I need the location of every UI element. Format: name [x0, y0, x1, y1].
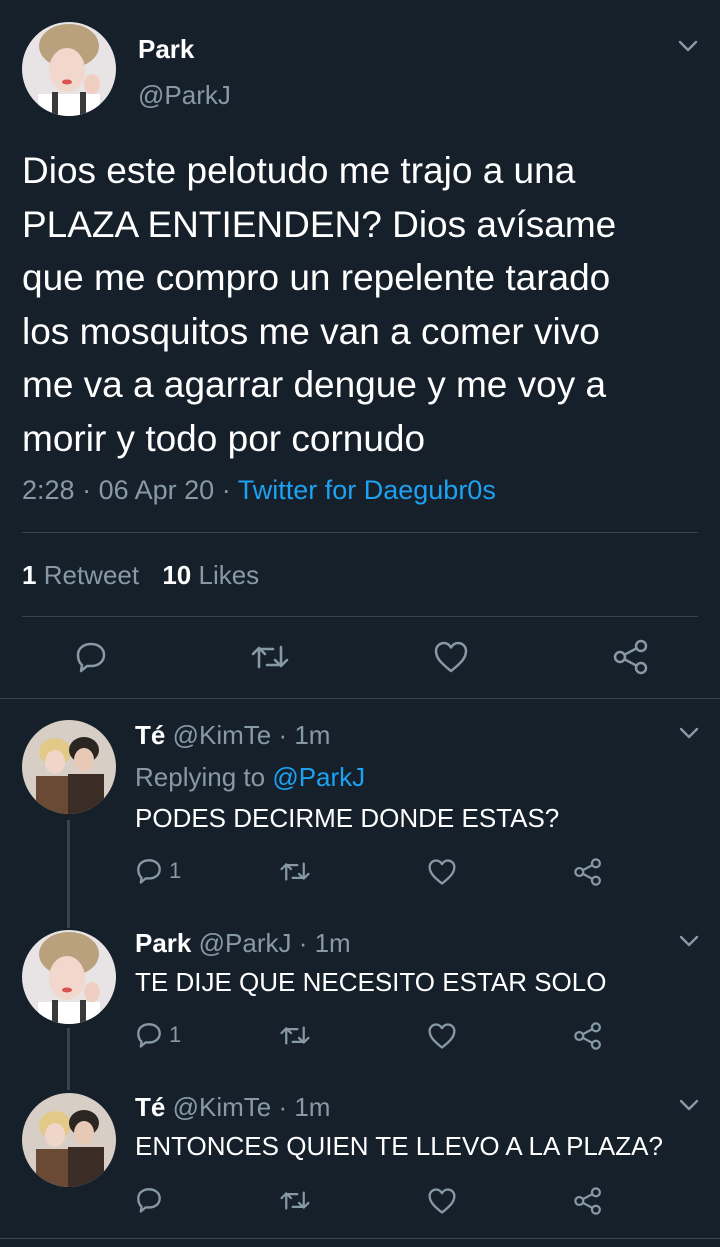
- tweet-text-line: Dios este pelotudo me trajo a una: [22, 150, 576, 191]
- retweet-stat[interactable]: 1 Retweet: [22, 560, 146, 590]
- reply-time: · 1m: [278, 1092, 331, 1122]
- retweet-icon: [251, 645, 289, 669]
- like-label: Likes: [198, 560, 260, 590]
- retweet-button[interactable]: [279, 1187, 311, 1214]
- thread-line: [67, 820, 70, 928]
- reply-author-name[interactable]: Té: [135, 720, 165, 750]
- share-icon: [613, 639, 648, 675]
- divider: [0, 698, 720, 699]
- thread-line: [67, 1028, 70, 1090]
- reply-button[interactable]: 1: [135, 1021, 181, 1049]
- share-icon: [574, 1187, 601, 1215]
- retweet-count: 1: [22, 560, 37, 590]
- divider: [22, 616, 698, 617]
- tweet-text-line: los mosquitos me van a comer vivo: [22, 310, 600, 352]
- tweet-text-line: morir y todo por cornudo: [22, 417, 426, 459]
- reply-icon: [76, 642, 106, 673]
- heart-icon: [428, 859, 456, 885]
- reply-time: · 1m: [278, 720, 331, 750]
- reply-header: Té @KimTe · 1m: [135, 1092, 330, 1123]
- reply-icon: [137, 1188, 161, 1213]
- tweet-stats: 1 Retweet 10 Likes: [22, 560, 259, 591]
- reply-handle[interactable]: @ParkJ: [199, 928, 292, 958]
- chevron-down-icon[interactable]: [678, 931, 700, 956]
- like-count: 10: [162, 560, 192, 590]
- reply-avatar-park[interactable]: [22, 930, 116, 1024]
- retweet-icon: [280, 1026, 310, 1045]
- share-icon: [574, 858, 601, 886]
- like-button[interactable]: [433, 640, 469, 674]
- reply-handle[interactable]: @KimTe: [173, 720, 272, 750]
- tweet-text-line: me va a agarrar dengue y me voy a: [22, 364, 607, 405]
- tweet-text: Dios este pelotudo me trajo a una PLAZA …: [22, 144, 616, 465]
- like-stat[interactable]: 10 Likes: [162, 560, 259, 590]
- reply-header: Park @ParkJ · 1m: [135, 928, 351, 959]
- reply-time: · 1m: [298, 928, 351, 958]
- reply-text: PODES DECIRME DONDE ESTAS?: [135, 803, 560, 833]
- reply-author-name[interactable]: Park: [135, 928, 191, 958]
- reply-avatar-kimte[interactable]: [22, 720, 116, 814]
- retweet-icon: [280, 1191, 310, 1210]
- reply-button[interactable]: 1: [135, 857, 181, 885]
- reply-text: TE DIJE QUE NECESITO ESTAR SOLO: [135, 967, 607, 997]
- reply-icon: [137, 859, 161, 884]
- like-button[interactable]: [427, 1187, 457, 1215]
- share-button[interactable]: [573, 857, 603, 887]
- reply-count: 1: [169, 1022, 182, 1047]
- replying-to-handle[interactable]: @ParkJ: [272, 762, 365, 792]
- tweet-meta: 2:28 · 06 Apr 20 · Twitter for Daegubr0s: [22, 475, 496, 506]
- meta-separator: ·: [221, 475, 231, 505]
- tweet-text-line: que me compro un repelente tarado: [22, 257, 611, 298]
- chevron-down-icon[interactable]: [678, 1095, 700, 1120]
- reply-icon: [137, 1023, 161, 1048]
- like-button[interactable]: [427, 1022, 457, 1050]
- retweet-button[interactable]: [250, 640, 290, 674]
- chevron-down-icon[interactable]: [677, 36, 699, 61]
- tweet-source-link[interactable]: Twitter for Daegubr0s: [238, 475, 496, 505]
- tweet-text-line: PLAZA ENTIENDEN? Dios avísame: [22, 203, 617, 245]
- meta-separator: ·: [82, 475, 92, 505]
- retweet-button[interactable]: [279, 1022, 311, 1049]
- tweet-time: 2:28: [22, 475, 75, 505]
- reply-button[interactable]: [135, 1186, 169, 1214]
- reply-author-name[interactable]: Té: [135, 1092, 165, 1122]
- author-handle[interactable]: @ParkJ: [138, 80, 231, 111]
- share-icon: [574, 1022, 601, 1050]
- retweet-icon: [280, 862, 310, 881]
- reply-handle[interactable]: @KimTe: [173, 1092, 272, 1122]
- tweet-date: 06 Apr 20: [98, 475, 215, 505]
- reply-button[interactable]: [74, 640, 108, 674]
- replying-to-prefix: Replying to: [135, 762, 266, 792]
- share-button[interactable]: [573, 1186, 603, 1216]
- heart-icon: [428, 1023, 456, 1049]
- share-button[interactable]: [612, 638, 650, 676]
- share-button[interactable]: [573, 1021, 603, 1051]
- divider: [0, 1238, 720, 1239]
- author-avatar-park[interactable]: [22, 22, 116, 116]
- replying-to: Replying to @ParkJ: [135, 762, 365, 793]
- retweet-button[interactable]: [279, 858, 311, 885]
- divider: [22, 532, 698, 533]
- reply-header: Té @KimTe · 1m: [135, 720, 330, 751]
- reply-count: 1: [169, 858, 182, 883]
- heart-icon: [428, 1188, 456, 1214]
- retweet-label: Retweet: [43, 560, 140, 590]
- reply-text: ENTONCES QUIEN TE LLEVO A LA PLAZA?: [135, 1131, 663, 1161]
- chevron-down-icon[interactable]: [678, 723, 700, 748]
- author-name[interactable]: Park: [138, 34, 194, 65]
- reply-avatar-kimte[interactable]: [22, 1093, 116, 1187]
- like-button[interactable]: [427, 858, 457, 886]
- heart-icon: [434, 641, 468, 673]
